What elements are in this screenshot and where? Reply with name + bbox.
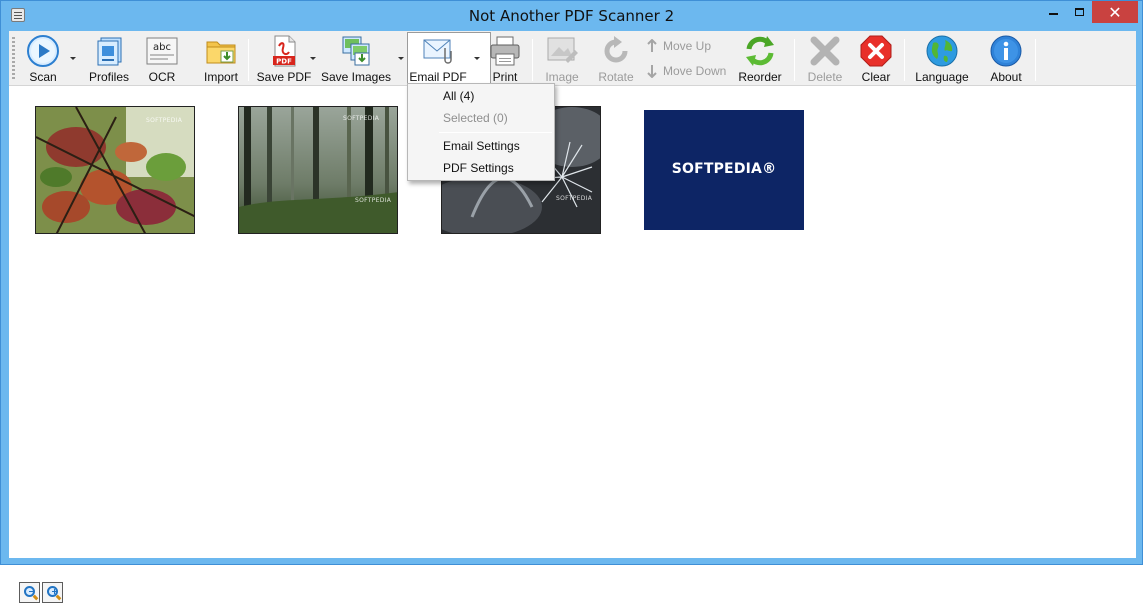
ocr-button[interactable]: abc OCR	[145, 33, 179, 85]
menu-item-all[interactable]: All (4)	[443, 89, 474, 103]
toolbar-separator	[532, 39, 533, 81]
profiles-icon	[92, 34, 126, 68]
print-button[interactable]: Print	[488, 33, 522, 85]
app-window: Not Another PDF Scanner 2 ✕ Scan Profile…	[0, 0, 1143, 603]
move-up-label: Move Up	[663, 39, 712, 53]
menu-item-selected[interactable]: Selected (0)	[443, 111, 508, 125]
clear-button[interactable]: Clear	[858, 33, 894, 85]
delete-x-icon	[808, 34, 842, 68]
clear-label: Clear	[861, 70, 891, 84]
page-thumbnail[interactable]: SOFTPEDIA®	[644, 110, 804, 230]
import-label: Import	[203, 70, 238, 84]
minimize-icon	[1048, 12, 1058, 15]
clear-stop-icon	[859, 34, 893, 68]
move-up-button[interactable]: Move Up	[646, 37, 711, 55]
rotate-button[interactable]: Rotate	[597, 33, 635, 85]
printer-icon	[488, 34, 522, 68]
thumbnail-watermark: SOFTPEDIA	[343, 115, 380, 122]
image-edit-icon	[545, 34, 579, 68]
move-down-button[interactable]: Move Down	[646, 62, 726, 80]
toolbar-grip[interactable]	[12, 37, 15, 81]
save-pdf-dropdown-arrow[interactable]	[310, 55, 317, 62]
import-button[interactable]: Import	[200, 33, 242, 85]
image-edit-button[interactable]: Image	[542, 33, 582, 85]
close-button[interactable]: ✕	[1092, 1, 1138, 23]
window-title: Not Another PDF Scanner 2	[468, 7, 675, 25]
email-pdf-menu: All (4) Selected (0) Email Settings PDF …	[407, 83, 555, 181]
menu-item-email-settings[interactable]: Email Settings	[443, 139, 520, 153]
delete-label: Delete	[807, 70, 843, 84]
rotate-icon	[599, 34, 633, 68]
thumbnail-watermark: SOFTPEDIA	[146, 117, 183, 124]
zoom-in-button[interactable]	[42, 582, 63, 603]
image-label: Image	[545, 70, 579, 84]
save-pdf-label: Save PDF	[256, 70, 312, 84]
minimize-button[interactable]	[1040, 1, 1066, 23]
rotate-label: Rotate	[598, 70, 634, 84]
toolbar-separator	[904, 39, 905, 81]
page-thumbnail[interactable]: SOFTPEDIA	[35, 106, 195, 234]
client-area: Scan Profiles abc OCR Import PDF Save PD…	[9, 31, 1136, 603]
thumbnail-watermark: SOFTPEDIA	[556, 195, 593, 202]
language-button[interactable]: Language	[914, 33, 970, 85]
move-down-label: Move Down	[663, 64, 727, 78]
about-button[interactable]: About	[988, 33, 1024, 85]
softpedia-logo-text: SOFTPEDIA®	[671, 161, 777, 177]
language-label: Language	[915, 70, 969, 84]
arrow-up-icon	[646, 38, 658, 53]
toolbar-separator	[248, 39, 249, 81]
page-thumbnail[interactable]: SOFTPEDIA SOFTPEDIA	[238, 106, 398, 234]
reorder-button[interactable]: Reorder	[738, 33, 782, 85]
print-label: Print	[492, 70, 518, 84]
save-images-button[interactable]: Save Images	[320, 33, 392, 85]
scan-label: Scan	[29, 70, 57, 84]
thumbnail-canvas[interactable]: SOFTPEDIA SOFTPEDIA SOFTPEDIA SOFTPEDIA …	[9, 87, 1136, 603]
menu-separator	[439, 132, 552, 133]
email-pdf-label: Email PDF	[409, 70, 467, 84]
toolbar-separator	[794, 39, 795, 81]
scan-dropdown-arrow[interactable]	[70, 55, 77, 62]
profiles-label: Profiles	[88, 70, 129, 84]
menu-item-pdf-settings[interactable]: PDF Settings	[443, 161, 514, 175]
email-pdf-dropdown-arrow[interactable]	[474, 55, 481, 62]
email-envelope-icon	[421, 34, 455, 68]
info-icon	[989, 34, 1023, 68]
thumbnail-watermark: SOFTPEDIA	[355, 197, 392, 204]
save-images-icon	[339, 34, 373, 68]
ocr-label: OCR	[148, 70, 176, 84]
pdf-badge-text: PDF	[276, 58, 292, 66]
close-icon: ✕	[1108, 2, 1122, 22]
profiles-button[interactable]: Profiles	[87, 33, 131, 85]
delete-button[interactable]: Delete	[806, 33, 844, 85]
scan-button[interactable]: Scan	[23, 33, 63, 85]
main-toolbar: Scan Profiles abc OCR Import PDF Save PD…	[9, 31, 1136, 86]
ocr-icon: abc	[145, 34, 179, 68]
save-images-dropdown-arrow[interactable]	[398, 55, 405, 62]
autumn-leaves-image	[36, 107, 194, 233]
arrow-down-icon	[646, 64, 658, 79]
ocr-abc-text: abc	[153, 42, 171, 53]
misty-forest-image	[239, 107, 397, 233]
import-folder-icon	[204, 34, 238, 68]
about-label: About	[990, 70, 1022, 84]
zoom-out-button[interactable]	[19, 582, 40, 603]
save-images-label: Save Images	[320, 70, 392, 84]
maximize-button[interactable]	[1066, 1, 1092, 23]
pdf-document-icon: PDF	[267, 34, 301, 68]
save-pdf-button[interactable]: PDF Save PDF	[256, 33, 312, 85]
scan-play-icon	[26, 34, 60, 68]
title-bar[interactable]: Not Another PDF Scanner 2 ✕	[1, 1, 1142, 31]
reorder-arrows-icon	[743, 34, 777, 68]
maximize-icon	[1074, 8, 1084, 16]
globe-icon	[925, 34, 959, 68]
toolbar-end-separator	[1035, 39, 1036, 81]
reorder-label: Reorder	[738, 70, 782, 84]
